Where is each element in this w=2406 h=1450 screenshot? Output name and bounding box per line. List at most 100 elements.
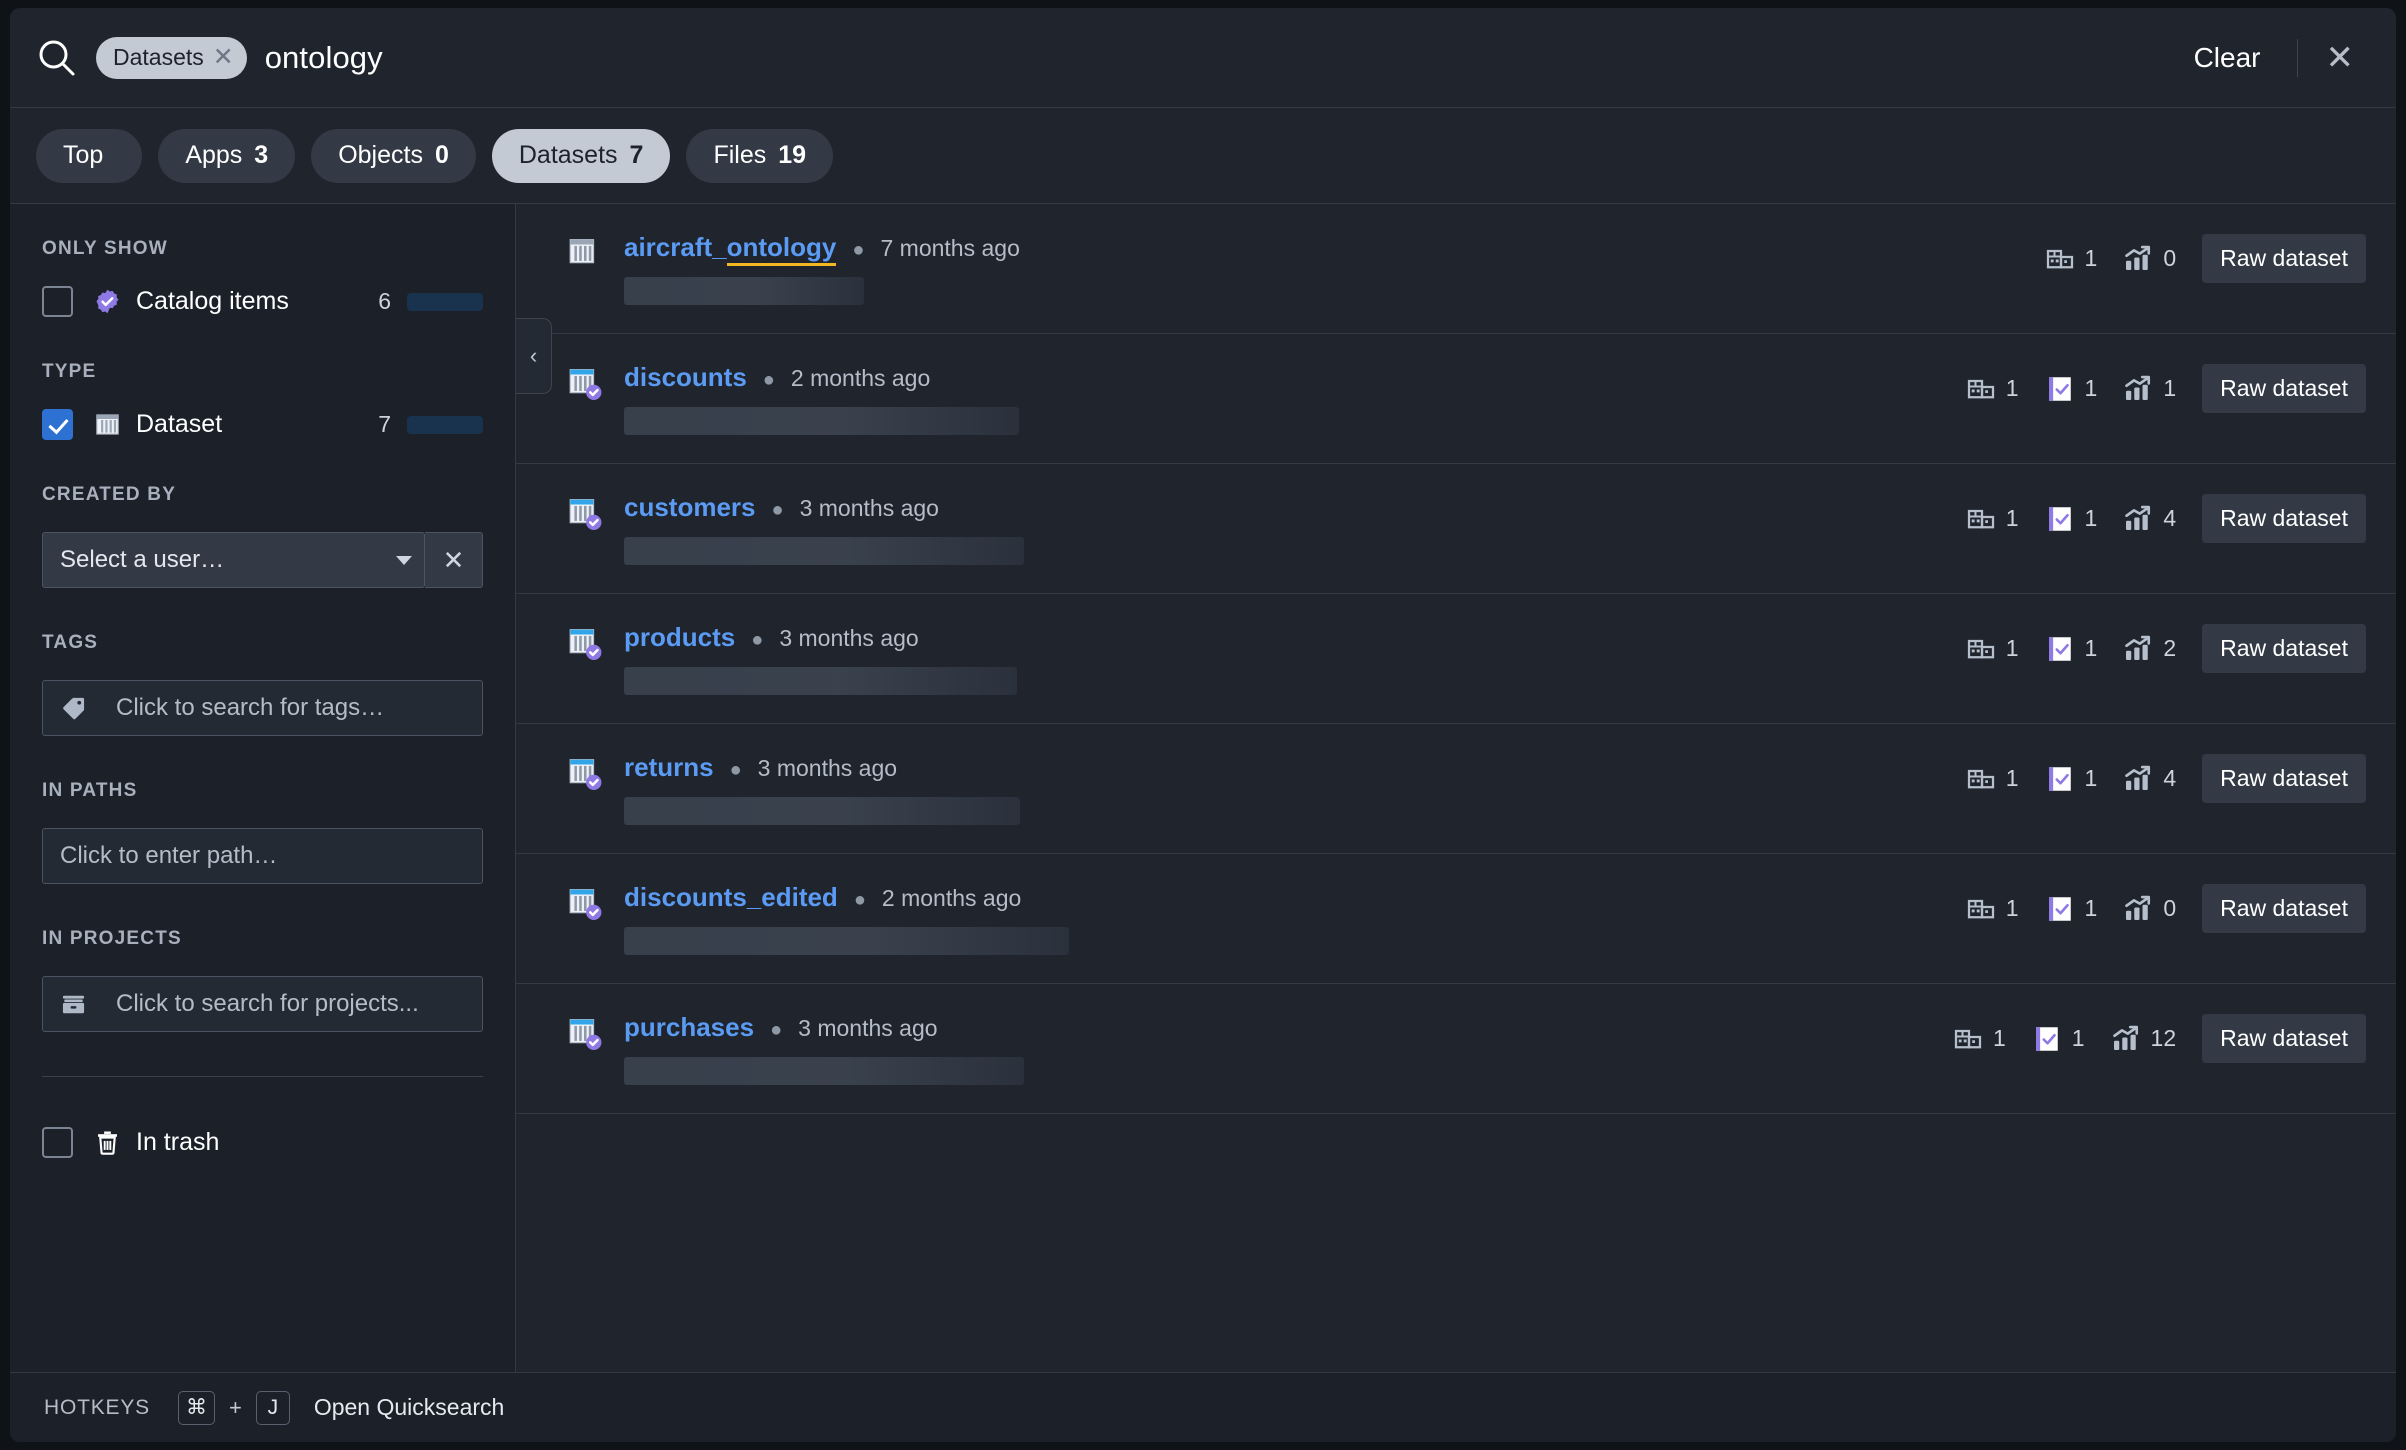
search-input[interactable]: ontology [265, 40, 383, 76]
raw-dataset-button[interactable]: Raw dataset [2202, 624, 2366, 673]
result-row[interactable]: discounts_edited ● 2 months ago 1 1 0 Ra… [516, 854, 2396, 984]
raw-dataset-button[interactable]: Raw dataset [2202, 884, 2366, 933]
hotkey-plus: + [228, 1394, 242, 1420]
checklist-icon [2045, 374, 2075, 404]
checks-count-value: 1 [2084, 375, 2098, 401]
org-count-value: 1 [2005, 765, 2019, 791]
org-count-value: 1 [2005, 895, 2019, 921]
tab-objects[interactable]: Objects 0 [311, 128, 476, 183]
result-title[interactable]: discounts_edited [624, 882, 838, 913]
result-meta: 1 1 1 Raw dataset [1966, 362, 2366, 413]
result-row[interactable]: returns ● 3 months ago 1 1 4 Raw dataset [516, 724, 2396, 854]
in-projects-input[interactable]: Click to search for projects... [42, 976, 483, 1032]
tab-count: 19 [778, 141, 807, 169]
org-count-value: 1 [2005, 635, 2019, 661]
created-by-select[interactable]: Select a user… [42, 532, 425, 588]
chart-icon [2123, 634, 2153, 664]
charts-count-value: 12 [2150, 1025, 2177, 1051]
hotkey-j-key: J [255, 1390, 290, 1425]
result-title[interactable]: purchases [624, 1012, 754, 1043]
clear-button[interactable]: Clear [2172, 36, 2283, 80]
tab-count: 7 [629, 141, 644, 169]
result-row[interactable]: products ● 3 months ago 1 1 2 Raw datase… [516, 594, 2396, 724]
charts-count: 12 [2111, 1024, 2177, 1054]
created-by-clear-icon[interactable]: ✕ [425, 532, 483, 588]
in-trash-label: In trash [136, 1128, 220, 1156]
checklist-icon [2045, 764, 2075, 794]
checklist-icon [2032, 1024, 2062, 1054]
scope-chip-remove-icon[interactable]: ✕ [213, 45, 234, 70]
hotkeys-label: HOTKEYS [44, 1395, 150, 1419]
only-show-section-label: ONLY SHOW [42, 238, 168, 259]
result-path-placeholder [624, 667, 1017, 695]
created-by-placeholder: Select a user… [60, 546, 225, 573]
created-by-section-label: CREATED BY [42, 484, 177, 505]
search-scope-chip[interactable]: Datasets ✕ [96, 36, 247, 79]
tags-placeholder: Click to search for tags… [116, 694, 385, 721]
result-title[interactable]: discounts [624, 362, 747, 393]
result-main: aircraft_ontology ● 7 months ago [624, 232, 2021, 305]
tab-label: Apps [185, 141, 243, 169]
result-title[interactable]: aircraft_ontology [624, 232, 837, 266]
raw-dataset-button[interactable]: Raw dataset [2202, 364, 2366, 413]
raw-dataset-button[interactable]: Raw dataset [2202, 1014, 2366, 1063]
org-count: 1 [1953, 1024, 2006, 1054]
result-title[interactable]: customers [624, 492, 756, 523]
dialog-body: ONLY SHOW Catalog items 6 TYPE Dataset 7… [10, 204, 2396, 1372]
dataset-icon [94, 411, 121, 438]
checks-count: 1 [2045, 504, 2097, 534]
tab-datasets[interactable]: Datasets 7 [491, 128, 671, 183]
catalog-items-checkbox[interactable] [42, 286, 73, 317]
checks-count: 1 [2045, 894, 2097, 924]
search-results-list[interactable]: aircraft_ontology ● 7 months ago 1 0 Raw… [516, 204, 2396, 1372]
raw-dataset-button[interactable]: Raw dataset [2202, 234, 2366, 283]
filter-dataset-type[interactable]: Dataset 7 [42, 409, 483, 440]
result-title[interactable]: returns [624, 752, 714, 783]
chevron-down-icon [396, 555, 412, 565]
filter-catalog-items[interactable]: Catalog items 6 [42, 286, 483, 317]
result-title[interactable]: products [624, 622, 735, 653]
in-trash-checkbox[interactable] [42, 1127, 73, 1158]
dataset-icon [568, 756, 602, 790]
in-paths-input[interactable]: Click to enter path… [42, 828, 483, 884]
result-main: discounts_edited ● 2 months ago [624, 882, 1942, 955]
org-count: 1 [2045, 244, 2097, 274]
result-row[interactable]: customers ● 3 months ago 1 1 4 Raw datas… [516, 464, 2396, 594]
dataset-type-checkbox[interactable] [42, 409, 73, 440]
result-row[interactable]: purchases ● 3 months ago 1 1 12 Raw data… [516, 984, 2396, 1114]
tab-top[interactable]: Top [36, 128, 143, 183]
checklist-icon [2045, 894, 2075, 924]
checks-count-value: 1 [2071, 1025, 2085, 1051]
result-timestamp: 2 months ago [790, 365, 931, 391]
filter-in-trash[interactable]: In trash [42, 1127, 483, 1158]
tags-input[interactable]: Click to search for tags… [42, 680, 483, 736]
org-count: 1 [1966, 374, 2019, 404]
search-icon[interactable] [36, 37, 78, 79]
organization-icon [2045, 244, 2075, 274]
raw-dataset-button[interactable]: Raw dataset [2202, 494, 2366, 543]
organization-icon [1966, 894, 1996, 924]
chart-icon [2123, 764, 2153, 794]
result-main: customers ● 3 months ago [624, 492, 1942, 565]
separator-dot: ● [852, 239, 865, 261]
dataset-icon [568, 496, 602, 530]
charts-count: 0 [2123, 894, 2176, 924]
raw-dataset-button[interactable]: Raw dataset [2202, 754, 2366, 803]
result-meta: 1 0 Raw dataset [2045, 232, 2366, 283]
result-row[interactable]: discounts ● 2 months ago 1 1 1 Raw datas… [516, 334, 2396, 464]
charts-count-value: 0 [2163, 245, 2177, 271]
tab-files[interactable]: Files 19 [686, 128, 834, 183]
type-section-label: TYPE [42, 361, 97, 382]
close-icon[interactable]: ✕ [2312, 37, 2369, 79]
org-count-value: 1 [2005, 505, 2019, 531]
tab-label: Files [713, 141, 767, 169]
quicksearch-dialog: Datasets ✕ ontology Clear ✕ Top Apps 3 O… [10, 8, 2396, 1442]
tab-apps[interactable]: Apps 3 [158, 128, 296, 183]
charts-count: 4 [2123, 764, 2176, 794]
result-row[interactable]: aircraft_ontology ● 7 months ago 1 0 Raw… [516, 204, 2396, 334]
result-timestamp: 7 months ago [880, 235, 1020, 261]
collapse-sidebar-button[interactable]: ‹ [516, 318, 552, 394]
result-timestamp: 3 months ago [798, 1015, 938, 1041]
result-path-placeholder [624, 1057, 1024, 1085]
dataset-type-bar [407, 415, 483, 434]
